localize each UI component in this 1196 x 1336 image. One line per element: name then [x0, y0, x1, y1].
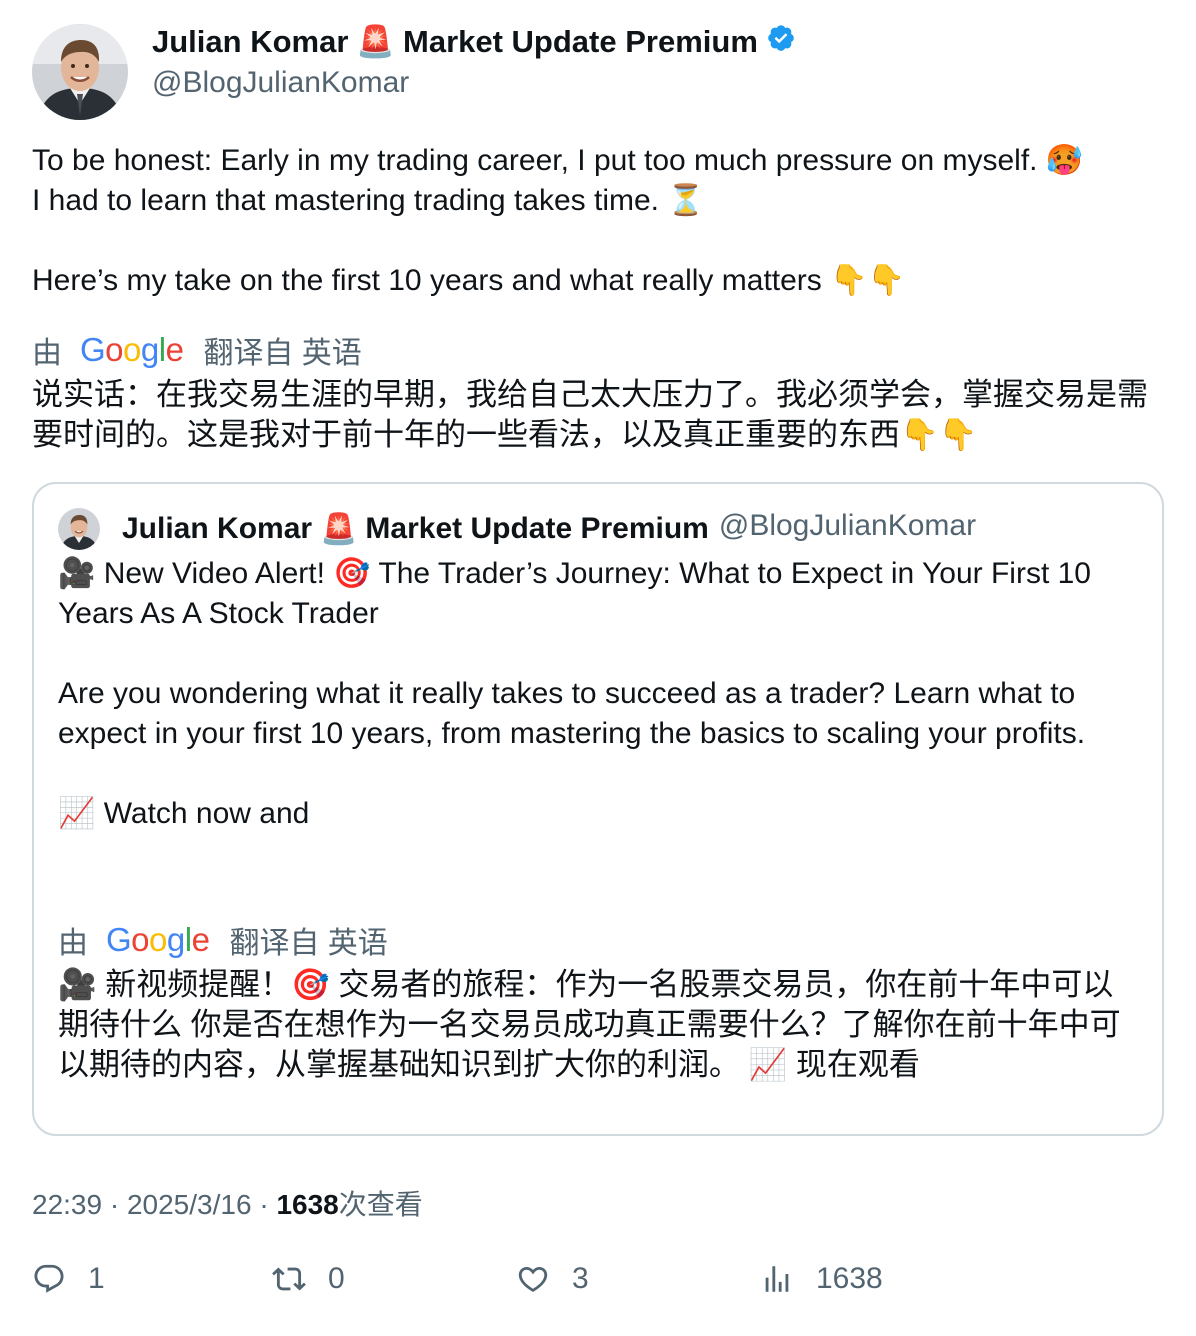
- quoted-author-handle[interactable]: @BlogJulianKomar: [719, 509, 976, 543]
- tweet-meta: 22:39 · 2025/3/16 · 1638次查看: [32, 1183, 423, 1223]
- translated-tweet-text: 说实话：在我交易生涯的早期，我给自己太大压力了。我必须学会，掌握交易是需要时间的…: [32, 377, 1148, 452]
- quoted-author-avatar[interactable]: [58, 508, 100, 550]
- action-bar: 1 0 3 1638: [32, 1262, 1162, 1318]
- quoted-author-name-suffix[interactable]: Market Update Premium: [365, 512, 708, 546]
- siren-emoji: 🚨: [320, 512, 358, 546]
- views-label: 次查看: [338, 1189, 423, 1220]
- like-count: 3: [572, 1262, 589, 1295]
- tweet-time[interactable]: 22:39: [32, 1189, 102, 1220]
- author-handle[interactable]: @BlogJulianKomar: [152, 65, 796, 101]
- tweet-text: To be honest: Early in my trading career…: [32, 144, 1084, 297]
- views-action-count: 1638: [816, 1262, 883, 1295]
- quoted-tweet-text: 🎥 New Video Alert! 🎯 The Trader’s Journe…: [58, 557, 1091, 830]
- translation-from-label: 翻译自 英语: [229, 927, 388, 960]
- heart-icon: [518, 1266, 548, 1292]
- author-name-suffix[interactable]: Market Update Premium: [403, 24, 758, 60]
- tweet-date[interactable]: 2025/3/16: [127, 1189, 252, 1220]
- translation-from-label: 翻译自 英语: [203, 337, 362, 370]
- avatar-photo: [32, 24, 128, 120]
- quoted-translation-attribution: 由 Google 翻译自 英语: [58, 918, 388, 962]
- retweet-count: 0: [328, 1262, 345, 1295]
- reply-count: 1: [88, 1262, 105, 1295]
- reply-button[interactable]: 1: [32, 1262, 105, 1296]
- quoted-author-name[interactable]: Julian Komar: [122, 512, 312, 546]
- quoted-translated-text: 🎥 新视频提醒！🎯 交易者的旅程：作为一名股票交易员，你在前十年中可以期待什么 …: [58, 967, 1121, 1082]
- translation-by-label: 由: [58, 927, 88, 960]
- verified-badge-icon[interactable]: [766, 23, 796, 61]
- author-name[interactable]: Julian Komar: [152, 24, 348, 60]
- analytics-icon: [765, 1266, 789, 1292]
- meta-separator: ·: [109, 1189, 120, 1220]
- siren-emoji: 🚨: [356, 24, 395, 59]
- quoted-author-display-name[interactable]: Julian Komar 🚨 Market Update Premium: [122, 512, 709, 547]
- reply-icon: [34, 1264, 64, 1293]
- quoted-tweet-header: Julian Komar 🚨 Market Update Premium @Bl…: [58, 508, 976, 550]
- retweet-button[interactable]: 0: [272, 1262, 345, 1296]
- meta-separator: ·: [259, 1189, 269, 1220]
- views-button[interactable]: 1638: [760, 1262, 883, 1296]
- google-logo: Google: [80, 331, 184, 368]
- author-names: Julian Komar 🚨 Market Update Premium @Bl…: [152, 24, 796, 101]
- avatar-photo: [58, 508, 100, 550]
- translation-by-label: 由: [32, 337, 62, 370]
- retweet-icon: [272, 1267, 306, 1291]
- author-display-name[interactable]: Julian Komar 🚨 Market Update Premium: [152, 24, 796, 60]
- author-avatar[interactable]: [32, 24, 128, 120]
- quoted-tweet-card[interactable]: Julian Komar 🚨 Market Update Premium @Bl…: [32, 482, 1164, 1136]
- translation-attribution: 由 Google 翻译自 英语: [32, 328, 362, 372]
- google-logo: Google: [106, 921, 210, 958]
- views-count: 1638: [276, 1189, 339, 1220]
- like-button[interactable]: 3: [516, 1262, 589, 1296]
- tweet-header: Julian Komar 🚨 Market Update Premium @Bl…: [32, 24, 1162, 120]
